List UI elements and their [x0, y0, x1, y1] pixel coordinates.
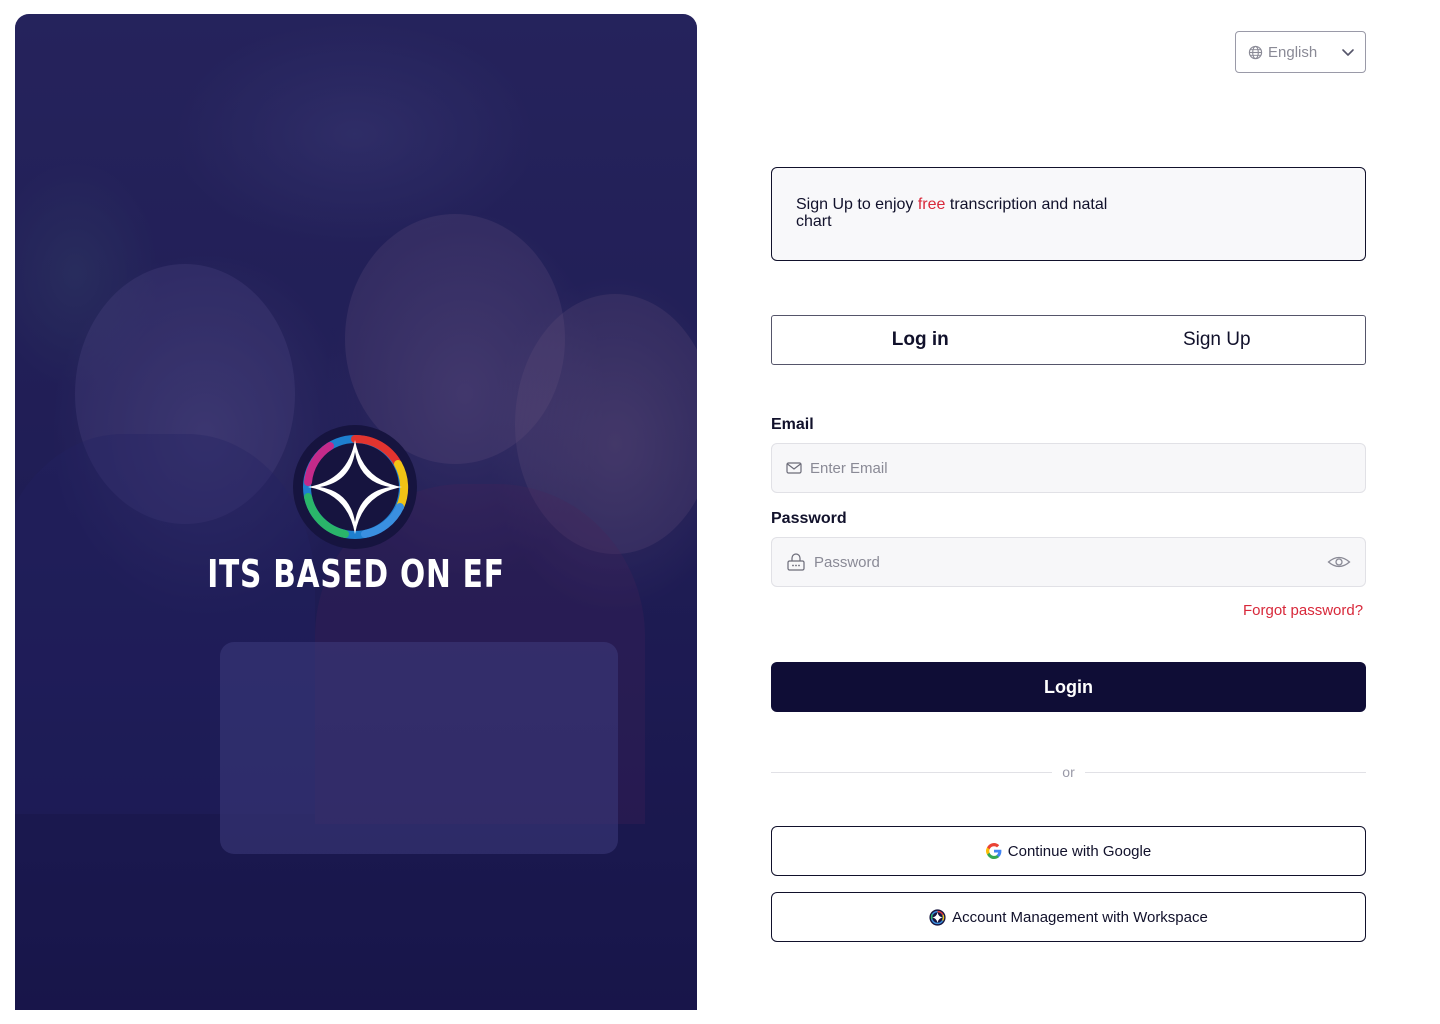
google-icon [985, 843, 1002, 859]
eye-icon[interactable] [1327, 554, 1351, 570]
email-label: Email [771, 416, 814, 433]
chevron-down-icon [1342, 49, 1354, 56]
or-divider: or [771, 762, 1367, 782]
lock-icon [787, 553, 805, 571]
account-management-workspace-button[interactable]: Account Management with Workspace [771, 892, 1366, 942]
workspace-button-label: Account Management with Workspace [952, 908, 1208, 926]
password-label: Password [771, 510, 847, 527]
promo-text: Sign Up to enjoy free transcription and … [796, 196, 1116, 230]
brand-logo-icon [293, 425, 417, 549]
workspace-logo-icon [929, 908, 946, 926]
login-button[interactable]: Login [771, 662, 1366, 712]
email-field-wrapper [771, 443, 1366, 493]
language-select[interactable]: English [1235, 31, 1366, 73]
tab-sign-up[interactable]: Sign Up [1069, 316, 1366, 364]
divider-label: or [1062, 764, 1075, 780]
mail-icon [786, 462, 802, 474]
language-select-value: English [1268, 43, 1318, 61]
google-button-label: Continue with Google [1007, 842, 1152, 860]
signup-promo-banner: Sign Up to enjoy free transcription and … [771, 167, 1366, 261]
password-field-wrapper [771, 537, 1366, 587]
forgot-password-link[interactable]: Forgot password? [1243, 602, 1363, 619]
auth-tabs: Log in Sign Up [771, 315, 1366, 365]
brand-name: ITS BASED ON EF [207, 552, 505, 596]
divider-line-left [771, 771, 1053, 773]
tab-log-in[interactable]: Log in [772, 316, 1069, 364]
hero-panel: ITS BASED ON EF [15, 14, 697, 1010]
password-field[interactable] [814, 553, 1327, 571]
promo-text-before: Sign Up to enjoy [796, 196, 918, 213]
promo-text-accent: free [917, 196, 946, 213]
continue-with-google-button[interactable]: Continue with Google [771, 826, 1366, 876]
email-field[interactable] [810, 459, 1351, 477]
divider-line-right [1084, 771, 1367, 773]
globe-icon [1248, 45, 1263, 59]
